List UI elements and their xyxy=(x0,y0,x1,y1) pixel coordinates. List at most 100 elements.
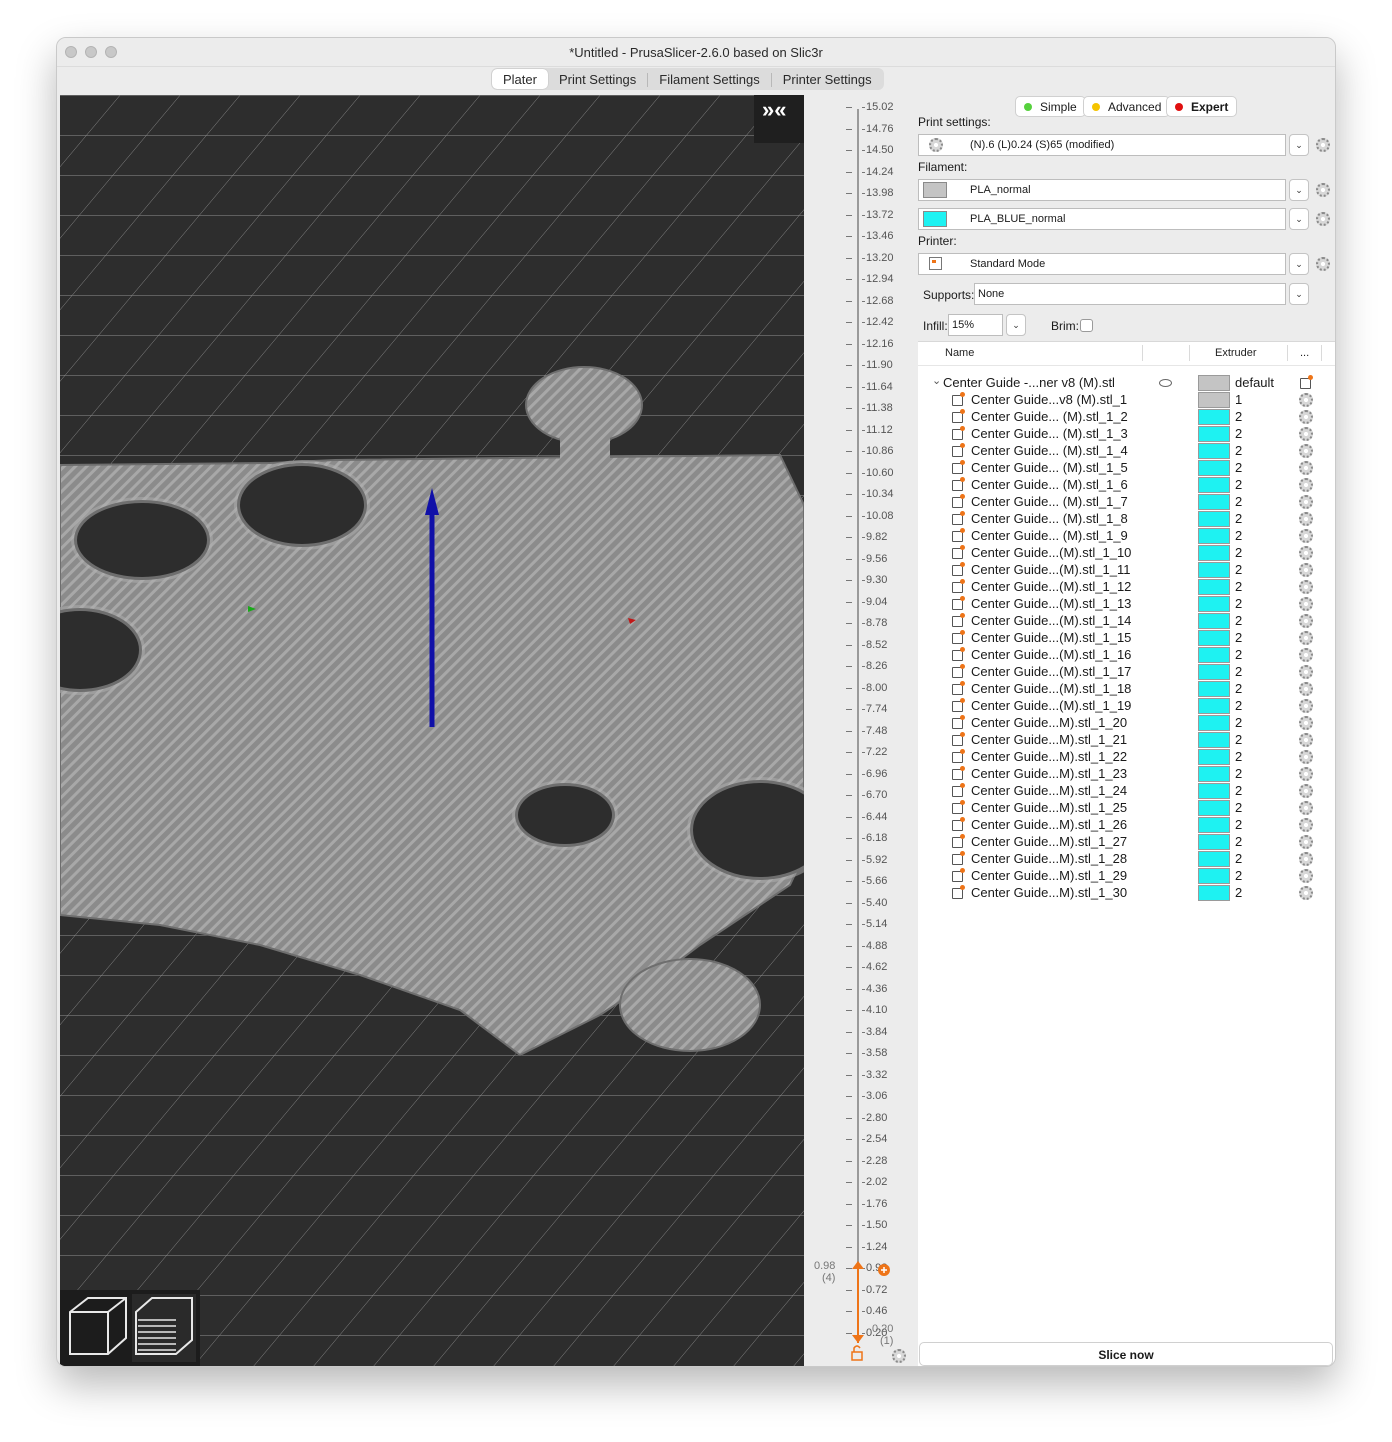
filament-1-dropdown[interactable]: ⌄ xyxy=(1289,179,1309,201)
part-settings-gear-icon[interactable] xyxy=(1299,733,1313,747)
extruder-value[interactable]: 2 xyxy=(1235,732,1242,747)
extruder-value[interactable]: 2 xyxy=(1235,409,1242,424)
extruder-value[interactable]: 2 xyxy=(1235,528,1242,543)
extruder-value[interactable]: 2 xyxy=(1235,715,1242,730)
extruder-value[interactable]: 2 xyxy=(1235,817,1242,832)
extruder-value[interactable]: 2 xyxy=(1235,868,1242,883)
extruder-value[interactable]: 2 xyxy=(1235,800,1242,815)
extruder-color-swatch[interactable] xyxy=(1198,562,1230,578)
part-settings-gear-icon[interactable] xyxy=(1299,597,1313,611)
tab-plater[interactable]: Plater xyxy=(492,69,548,89)
part-settings-gear-icon[interactable] xyxy=(1299,784,1313,798)
supports-combo[interactable]: None xyxy=(974,283,1286,305)
print-settings-dropdown[interactable]: ⌄ xyxy=(1289,134,1309,156)
extruder-value[interactable]: 2 xyxy=(1235,766,1242,781)
extruder-value[interactable]: 2 xyxy=(1235,851,1242,866)
part-row[interactable]: Center Guide...M).stl_1_20 2 xyxy=(918,715,1335,732)
extruder-value[interactable]: 2 xyxy=(1235,511,1242,526)
extruder-value[interactable]: 2 xyxy=(1235,477,1242,492)
part-settings-gear-icon[interactable] xyxy=(1299,648,1313,662)
filament-1-color-swatch[interactable] xyxy=(923,182,947,198)
extruder-value[interactable]: default xyxy=(1235,375,1274,390)
part-settings-gear-icon[interactable] xyxy=(1299,478,1313,492)
filament-1-combo[interactable]: PLA_normal xyxy=(918,179,1286,201)
extruder-color-swatch[interactable] xyxy=(1198,579,1230,595)
part-settings-gear-icon[interactable] xyxy=(1299,444,1313,458)
extruder-color-swatch[interactable] xyxy=(1198,630,1230,646)
extruder-value[interactable]: 2 xyxy=(1235,426,1242,441)
part-row[interactable]: Center Guide... (M).stl_1_5 2 xyxy=(918,460,1335,477)
infill-dropdown[interactable]: ⌄ xyxy=(1006,314,1026,336)
part-settings-gear-icon[interactable] xyxy=(1299,546,1313,560)
object-list[interactable]: Name Extruder ... ⌄ Center Guide -...ner … xyxy=(918,341,1335,1366)
extruder-color-swatch[interactable] xyxy=(1198,443,1230,459)
part-row[interactable]: Center Guide...(M).stl_1_17 2 xyxy=(918,664,1335,681)
extruder-color-swatch[interactable] xyxy=(1198,834,1230,850)
infill-combo[interactable]: 15% xyxy=(948,314,1003,336)
part-row[interactable]: Center Guide...M).stl_1_25 2 xyxy=(918,800,1335,817)
part-settings-gear-icon[interactable] xyxy=(1299,427,1313,441)
filament-2-dropdown[interactable]: ⌄ xyxy=(1289,208,1309,230)
extruder-color-swatch[interactable] xyxy=(1198,664,1230,680)
mode-advanced-button[interactable]: Advanced xyxy=(1083,96,1171,117)
extruder-color-swatch[interactable] xyxy=(1198,732,1230,748)
part-settings-gear-icon[interactable] xyxy=(1299,869,1313,883)
filament-1-gear-icon[interactable] xyxy=(1316,183,1330,197)
extruder-value[interactable]: 1 xyxy=(1235,392,1242,407)
extruder-color-swatch[interactable] xyxy=(1198,698,1230,714)
part-row[interactable]: Center Guide...M).stl_1_22 2 xyxy=(918,749,1335,766)
extruder-value[interactable]: 2 xyxy=(1235,630,1242,645)
extruder-color-swatch[interactable] xyxy=(1198,800,1230,816)
layer-slider[interactable]: 15.02 14.76 14.50 14.24 13.98 13.72 13.46 13.20… xyxy=(804,95,918,1366)
extruder-value[interactable]: 2 xyxy=(1235,613,1242,628)
extruder-value[interactable]: 2 xyxy=(1235,647,1242,662)
part-row[interactable]: Center Guide...M).stl_1_23 2 xyxy=(918,766,1335,783)
part-row[interactable]: Center Guide...M).stl_1_21 2 xyxy=(918,732,1335,749)
part-settings-gear-icon[interactable] xyxy=(1299,495,1313,509)
extruder-value[interactable]: 2 xyxy=(1235,681,1242,696)
part-row[interactable]: Center Guide...M).stl_1_27 2 xyxy=(918,834,1335,851)
part-settings-gear-icon[interactable] xyxy=(1299,801,1313,815)
object-row[interactable]: ⌄ Center Guide -...ner v8 (M).stl default xyxy=(918,375,1335,392)
extruder-color-swatch[interactable] xyxy=(1198,749,1230,765)
preview-layers-button[interactable] xyxy=(132,1294,196,1362)
mode-expert-button[interactable]: Expert xyxy=(1166,96,1238,117)
extruder-color-swatch[interactable] xyxy=(1198,783,1230,799)
printer-dropdown[interactable]: ⌄ xyxy=(1289,253,1309,275)
extruder-value[interactable]: 2 xyxy=(1235,885,1242,900)
part-row[interactable]: Center Guide...(M).stl_1_18 2 xyxy=(918,681,1335,698)
extruder-color-swatch[interactable] xyxy=(1198,460,1230,476)
part-row[interactable]: Center Guide...(M).stl_1_13 2 xyxy=(918,596,1335,613)
filament-2-color-swatch[interactable] xyxy=(923,211,947,227)
extruder-color-swatch[interactable] xyxy=(1198,528,1230,544)
extruder-value[interactable]: 2 xyxy=(1235,664,1242,679)
extruder-color-swatch[interactable] xyxy=(1198,511,1230,527)
printer-gear-icon[interactable] xyxy=(1316,257,1330,271)
column-more[interactable]: ... xyxy=(1300,347,1309,359)
extruder-value[interactable]: 2 xyxy=(1235,562,1242,577)
object-settings-icon[interactable] xyxy=(1300,375,1313,389)
part-row[interactable]: Center Guide... (M).stl_1_4 2 xyxy=(918,443,1335,460)
filament-2-combo[interactable]: PLA_BLUE_normal xyxy=(918,208,1286,230)
extruder-value[interactable]: 2 xyxy=(1235,698,1242,713)
3d-preview-canvas[interactable]: »« xyxy=(60,95,804,1366)
part-settings-gear-icon[interactable] xyxy=(1299,631,1313,645)
part-row[interactable]: Center Guide...M).stl_1_28 2 xyxy=(918,851,1335,868)
part-row[interactable]: Center Guide...(M).stl_1_14 2 xyxy=(918,613,1335,630)
part-row[interactable]: Center Guide...M).stl_1_30 2 xyxy=(918,885,1335,902)
extruder-value[interactable]: 2 xyxy=(1235,834,1242,849)
part-settings-gear-icon[interactable] xyxy=(1299,699,1313,713)
part-row[interactable]: Center Guide...(M).stl_1_15 2 xyxy=(918,630,1335,647)
extruder-color-swatch[interactable] xyxy=(1198,375,1230,391)
column-extruder[interactable]: Extruder xyxy=(1215,347,1257,359)
part-row[interactable]: Center Guide... (M).stl_1_6 2 xyxy=(918,477,1335,494)
tab-printer-settings[interactable]: Printer Settings xyxy=(772,69,883,89)
part-settings-gear-icon[interactable] xyxy=(1299,835,1313,849)
part-settings-gear-icon[interactable] xyxy=(1299,767,1313,781)
extruder-value[interactable]: 2 xyxy=(1235,579,1242,594)
part-settings-gear-icon[interactable] xyxy=(1299,529,1313,543)
extruder-value[interactable]: 2 xyxy=(1235,460,1242,475)
part-settings-gear-icon[interactable] xyxy=(1299,410,1313,424)
part-settings-gear-icon[interactable] xyxy=(1299,716,1313,730)
part-row[interactable]: Center Guide...(M).stl_1_10 2 xyxy=(918,545,1335,562)
